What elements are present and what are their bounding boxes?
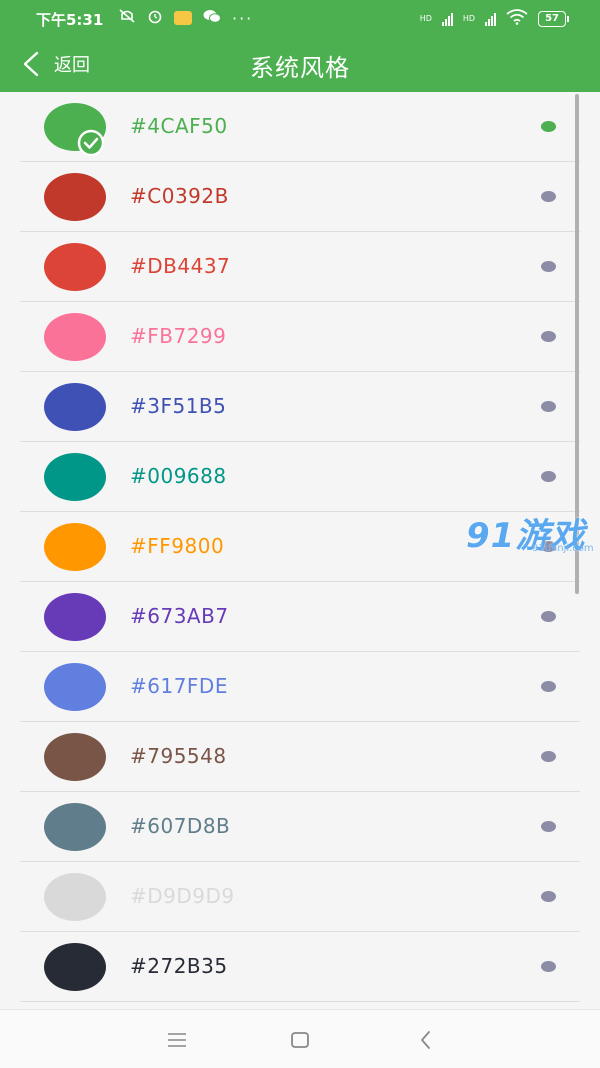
unselected-indicator [541, 891, 556, 902]
color-swatch [44, 523, 106, 571]
system-nav-bar [0, 1009, 600, 1068]
color-swatch [44, 313, 106, 361]
unselected-indicator [541, 751, 556, 762]
theme-row[interactable]: #FB7299 [20, 302, 580, 372]
color-swatch [44, 243, 106, 291]
signal-2-label: HD [462, 14, 476, 23]
battery-icon: 57 [538, 10, 569, 27]
back-nav-icon[interactable] [414, 1028, 438, 1052]
color-hex-label: #795548 [130, 744, 227, 768]
alarm-icon [146, 8, 164, 28]
unselected-indicator [541, 191, 556, 202]
color-hex-label: #009688 [130, 464, 227, 488]
color-swatch [44, 943, 106, 991]
color-hex-label: #607D8B [130, 814, 231, 838]
color-hex-label: #DB4437 [130, 254, 231, 278]
color-swatch [44, 453, 106, 501]
unselected-indicator [541, 821, 556, 832]
status-time: 下午5:31 [36, 11, 104, 29]
theme-row[interactable]: #009688 [20, 442, 580, 512]
theme-row[interactable]: #C0392B [20, 162, 580, 232]
wechat-icon [202, 8, 222, 28]
signal-1-icon [441, 12, 453, 26]
color-hex-label: #3F51B5 [130, 394, 227, 418]
theme-row[interactable]: #673AB7 [20, 582, 580, 652]
unselected-indicator [541, 331, 556, 342]
app-bar: 下午5:31 ··· HD HD 57 返回 系统风格 [0, 0, 600, 92]
unselected-indicator [541, 401, 556, 412]
signal-1-label: HD [419, 14, 432, 23]
color-hex-label: #272B35 [130, 954, 228, 978]
menu-icon[interactable] [165, 1028, 189, 1052]
color-hex-label: #FF9800 [130, 534, 225, 558]
color-swatch [44, 803, 106, 851]
color-hex-label: #FB7299 [130, 324, 227, 348]
unselected-indicator [541, 471, 556, 482]
theme-row[interactable]: #3F51B5 [20, 372, 580, 442]
watermark-logo: 91游戏 91danji.com [466, 508, 600, 560]
selected-indicator [541, 121, 556, 132]
color-swatch [44, 733, 106, 781]
color-hex-label: #C0392B [130, 184, 229, 208]
title-bar: 返回 系统风格 [0, 36, 600, 92]
theme-row[interactable]: #272B35 [20, 932, 580, 1002]
mute-icon [118, 8, 136, 28]
theme-row[interactable]: #617FDE [20, 652, 580, 722]
color-swatch [44, 173, 106, 221]
color-swatch [44, 593, 106, 641]
theme-row[interactable]: #4CAF50 [20, 92, 580, 162]
color-hex-label: #673AB7 [130, 604, 229, 628]
color-swatch [44, 663, 106, 711]
home-icon[interactable] [288, 1028, 312, 1052]
status-bar: 下午5:31 ··· HD HD 57 [0, 0, 600, 36]
color-hex-label: #617FDE [130, 674, 228, 698]
status-right-icons: HD HD 57 [419, 9, 569, 28]
watermark-sub: 91danji.com [532, 543, 594, 554]
theme-row[interactable]: #D9D9D9 [20, 862, 580, 932]
check-circle-icon [77, 129, 105, 157]
color-hex-label: #D9D9D9 [130, 884, 235, 908]
unselected-indicator [541, 611, 556, 622]
status-left-icons: ··· [118, 8, 253, 28]
signal-2-icon [485, 12, 497, 26]
unselected-indicator [541, 681, 556, 692]
more-notifications-icon: ··· [232, 8, 254, 28]
theme-row[interactable]: #607D8B [20, 792, 580, 862]
theme-row[interactable]: #DB4437 [20, 232, 580, 302]
wifi-icon [506, 9, 528, 28]
color-hex-label: #4CAF50 [130, 114, 228, 138]
color-swatch [44, 383, 106, 431]
page-title: 系统风格 [250, 54, 350, 82]
notification-app-icon [174, 11, 192, 25]
unselected-indicator [541, 961, 556, 972]
color-swatch [44, 873, 106, 921]
unselected-indicator [541, 261, 556, 272]
theme-row[interactable]: #795548 [20, 722, 580, 792]
